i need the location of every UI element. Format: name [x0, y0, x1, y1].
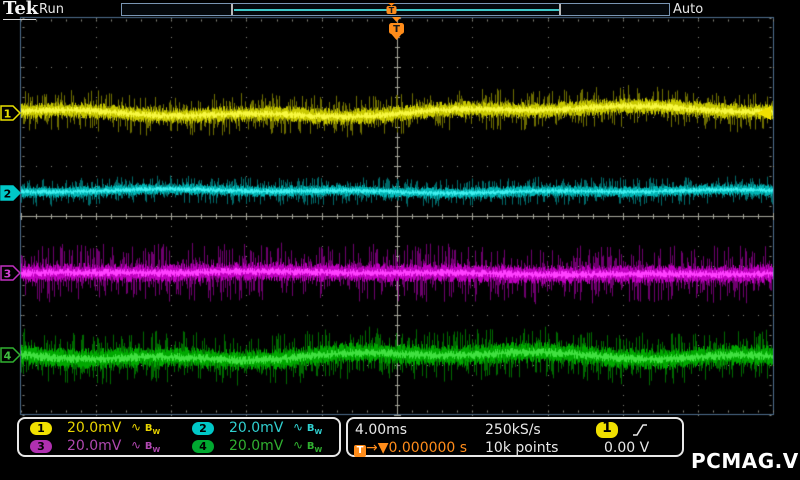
- trigger-position-marker-icon[interactable]: T: [388, 17, 405, 45]
- ch3-badge: 3: [30, 439, 52, 453]
- acquisition-preview-bar[interactable]: T: [121, 3, 670, 16]
- trigger-position-readout: T →▼0.000000 s: [354, 440, 468, 457]
- tek-logo-underline: [3, 19, 36, 20]
- oscilloscope-screen: Tek Run Auto T T 1 2 3 4 1 20.0mV ∿ BW 2…: [0, 0, 800, 480]
- record-right-bracket-icon: [559, 4, 561, 15]
- sample-rate: 250kS/s: [485, 422, 541, 438]
- trigger-t-icon: T: [354, 445, 366, 457]
- ch1-position-marker[interactable]: 1: [0, 105, 22, 121]
- horizontal-trigger-readout-box[interactable]: 4.00ms 250kS/s 1 T →▼0.000000 s 10k point…: [346, 417, 684, 457]
- svg-text:2: 2: [4, 188, 12, 201]
- svg-text:1: 1: [4, 108, 12, 121]
- ch3-scale: 20.0mV: [67, 438, 122, 454]
- ch1-scale: 20.0mV: [67, 420, 122, 436]
- trigger-source-badge: 1: [596, 421, 618, 438]
- trigger-level-value: 0.00 V: [604, 440, 650, 456]
- ch3-coupling-bw-icon: ∿ BW: [131, 438, 161, 454]
- ch1-badge: 1: [30, 421, 52, 435]
- ch4-scale: 20.0mV: [229, 438, 284, 454]
- ch2-position-marker[interactable]: 2: [0, 185, 22, 201]
- triangle-down-icon: ▼: [377, 440, 389, 456]
- ch2-badge: 2: [192, 421, 214, 435]
- timebase-scale: 4.00ms: [355, 422, 408, 438]
- ch2-readout[interactable]: 2 20.0mV ∿ BW: [181, 419, 339, 437]
- ch4-badge: 4: [192, 439, 214, 453]
- svg-text:3: 3: [4, 268, 12, 281]
- svg-text:4: 4: [4, 350, 12, 363]
- ch2-scale: 20.0mV: [229, 420, 284, 436]
- ch4-readout[interactable]: 4 20.0mV ∿ BW: [181, 437, 339, 455]
- ch3-position-marker[interactable]: 3: [0, 265, 22, 281]
- trigger-position-mini-icon[interactable]: T: [385, 3, 398, 16]
- trigger-slope-rising-icon: [633, 424, 647, 436]
- tek-logo: Tek: [3, 0, 39, 19]
- trigger-level-arrow-icon[interactable]: [757, 106, 772, 120]
- ch4-position-marker[interactable]: 4: [0, 347, 22, 363]
- ch2-coupling-bw-icon: ∿ BW: [293, 420, 323, 436]
- arrow-right-icon: →: [366, 440, 378, 456]
- record-left-bracket-icon: [231, 4, 233, 15]
- pcmag-watermark: PCMAG.VN: [691, 449, 800, 473]
- acquisition-status: Run: [39, 2, 64, 17]
- channel-readout-box[interactable]: 1 20.0mV ∿ BW 2 20.0mV ∿ BW 3 20.0mV ∿ B…: [17, 417, 341, 457]
- record-length: 10k points: [485, 440, 559, 456]
- trigger-mode-status: Auto: [673, 2, 704, 17]
- svg-text:T: T: [393, 24, 400, 35]
- ch3-readout[interactable]: 3 20.0mV ∿ BW: [19, 437, 181, 455]
- svg-text:T: T: [389, 6, 395, 15]
- ch4-coupling-bw-icon: ∿ BW: [293, 438, 323, 454]
- trigger-position-value: 0.000000 s: [388, 440, 468, 456]
- waveform-display: [0, 0, 800, 480]
- ch1-coupling-bw-icon: ∿ BW: [131, 420, 161, 436]
- ch1-readout[interactable]: 1 20.0mV ∿ BW: [19, 419, 181, 437]
